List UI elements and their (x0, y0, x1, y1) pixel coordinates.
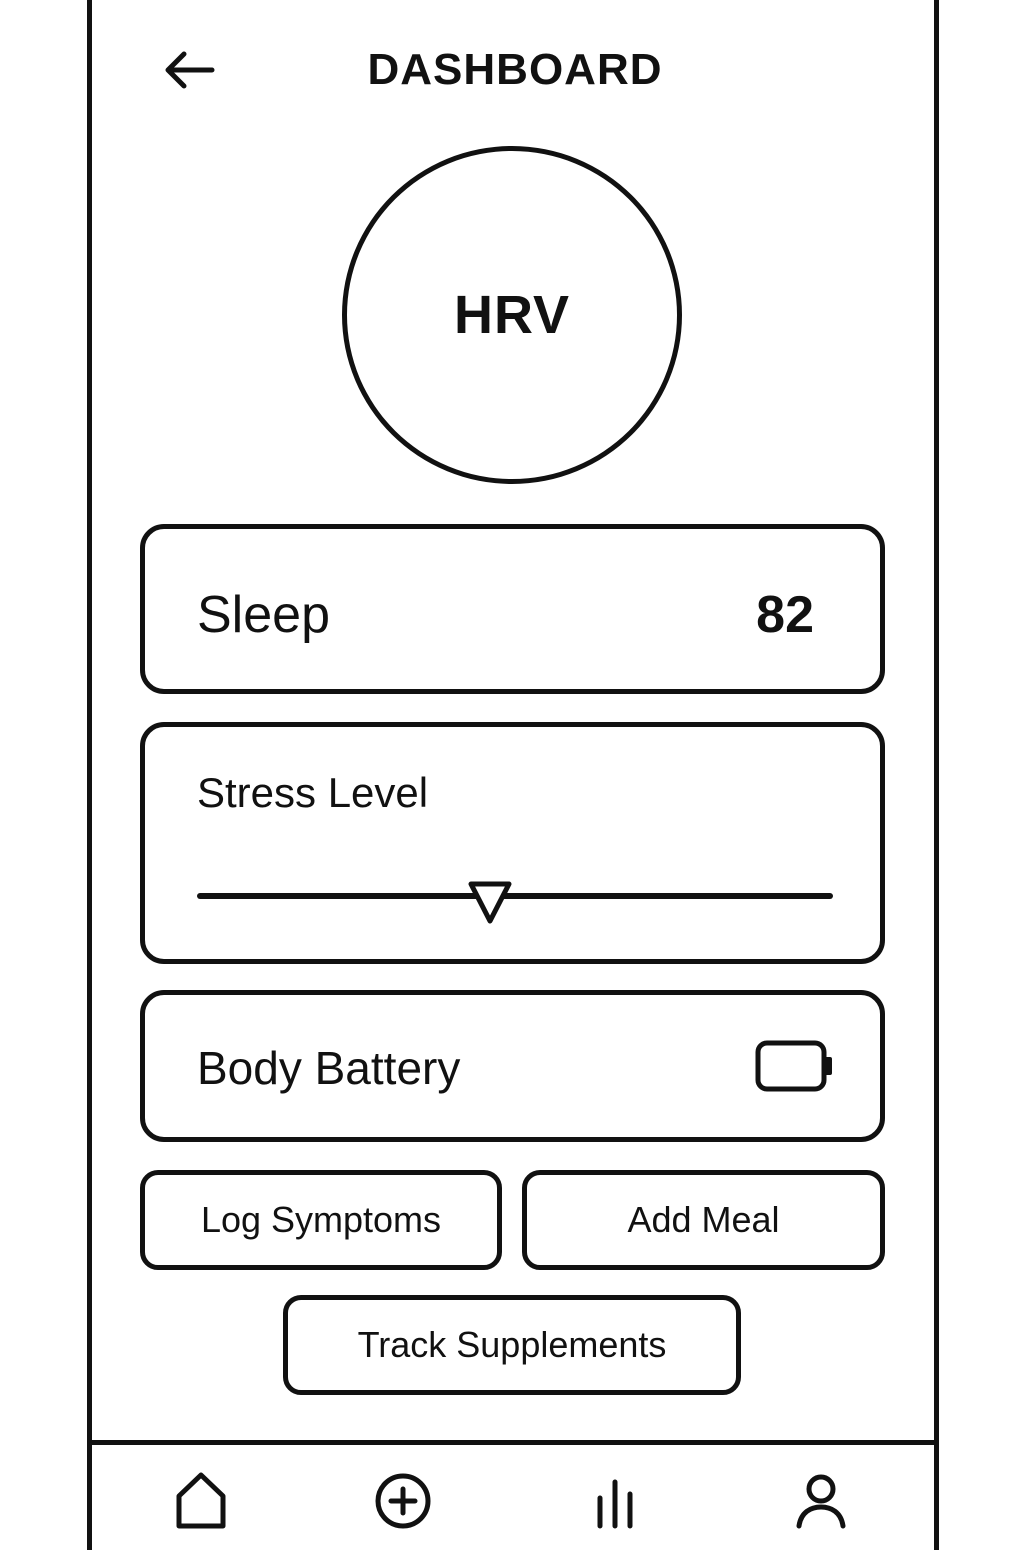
arrow-left-icon (165, 51, 215, 89)
slider-thumb-icon[interactable] (466, 879, 514, 927)
bottom-nav-divider (87, 1440, 939, 1445)
plus-circle-icon (375, 1473, 431, 1529)
track-supplements-button[interactable]: Track Supplements (283, 1295, 741, 1395)
battery-icon (755, 1040, 832, 1092)
stress-level-card: Stress Level (140, 722, 885, 964)
slider-track (197, 893, 833, 899)
log-symptoms-button[interactable]: Log Symptoms (140, 1170, 502, 1270)
bar-chart-icon (597, 1479, 633, 1529)
nav-profile[interactable] (788, 1470, 854, 1536)
hrv-label: HRV (453, 285, 571, 345)
nav-stats[interactable] (582, 1470, 648, 1536)
body-battery-label: Body Battery (197, 1042, 461, 1094)
add-meal-button[interactable]: Add Meal (522, 1170, 885, 1270)
page-title: DASHBOARD (367, 45, 663, 94)
nav-home[interactable] (168, 1470, 234, 1536)
sleep-score: 82 (756, 586, 814, 644)
back-button[interactable] (156, 44, 220, 96)
body-battery-card[interactable]: Body Battery (140, 990, 885, 1142)
sleep-label: Sleep (197, 586, 330, 644)
stress-level-slider[interactable] (197, 871, 833, 931)
nav-add[interactable] (370, 1470, 436, 1536)
hrv-gauge[interactable]: HRV (342, 146, 682, 484)
user-icon (796, 1474, 846, 1529)
sleep-card[interactable]: Sleep 82 (140, 524, 885, 694)
home-icon (176, 1472, 226, 1529)
stress-level-label: Stress Level (197, 769, 429, 816)
